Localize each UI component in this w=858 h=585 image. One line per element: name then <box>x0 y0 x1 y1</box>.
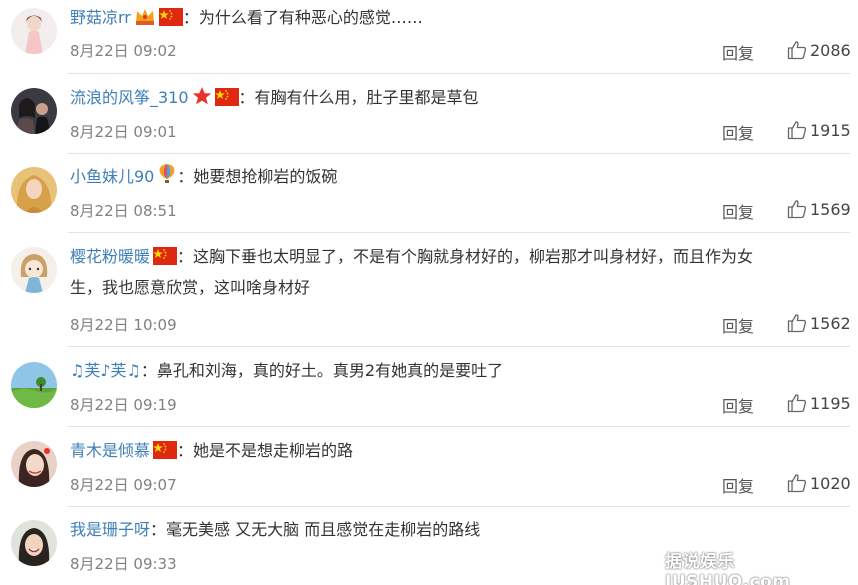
china-flag-icon <box>153 441 178 459</box>
like-count: 1020 <box>810 473 851 493</box>
watermark: 据说娱乐JUSHUO.com <box>665 552 791 585</box>
reply-button[interactable]: 回复 <box>722 40 754 64</box>
comment-content: 我是珊子呀：毫无美感 又无大脑 而且感觉在走柳岩的路线 <box>70 514 848 545</box>
reply-button[interactable]: 回复 <box>722 313 754 337</box>
thumbs-up-icon <box>787 474 807 493</box>
comment-time: 8月22日 09:19 <box>70 396 177 414</box>
divider <box>68 73 850 74</box>
thumbs-up-icon <box>787 394 807 413</box>
crown-icon <box>134 6 156 26</box>
comment-text: ：这胸下垂也太明显了，不是有个胸就身材好的，柳岩那才叫身材好，而且作为女 <box>177 247 754 266</box>
comment-time: 8月22日 10:09 <box>70 316 177 334</box>
avatar-cartoon-girl-icon <box>11 247 57 293</box>
username-link[interactable]: 青木是倾慕 <box>70 441 150 460</box>
comment-text: ：鼻孔和刘海，真的好土。真男2有她真的是要吐了 <box>140 361 504 380</box>
reply-button[interactable]: 回复 <box>722 393 754 417</box>
thumbs-up-icon <box>787 200 807 219</box>
balloon-icon <box>157 163 177 185</box>
comment-content: 青木是倾慕 ：她是不是想走柳岩的路 <box>70 435 848 466</box>
avatar[interactable] <box>11 8 57 54</box>
thumbs-up-icon <box>787 41 807 60</box>
divider <box>68 426 850 427</box>
like-count: 1562 <box>810 313 851 333</box>
comment-time: 8月22日 09:02 <box>70 42 177 60</box>
china-flag-icon <box>158 8 183 26</box>
avatar[interactable] <box>11 88 57 134</box>
china-flag-icon <box>153 247 178 265</box>
divider <box>68 232 850 233</box>
avatar[interactable] <box>11 520 57 566</box>
username-link[interactable]: 流浪的风筝_310 <box>70 88 189 107</box>
avatar-couple-icon <box>11 88 57 134</box>
reply-button[interactable]: 回复 <box>722 199 754 223</box>
comment-text-continued: 生，我也愿意欣赏，这叫啥身材好 <box>70 278 311 297</box>
divider <box>68 506 850 507</box>
comment-text: ：她是不是想走柳岩的路 <box>177 441 354 460</box>
avatar-meadow-icon <box>11 362 57 408</box>
like-count: 1195 <box>810 393 851 413</box>
like-count: 1915 <box>810 120 851 140</box>
thumbs-up-icon <box>787 314 807 333</box>
avatar-smile-icon <box>11 520 57 566</box>
comment-text: ：毫无美感 又无大脑 而且感觉在走柳岩的路线 <box>150 520 481 539</box>
comment-content: 樱花粉暖暖 ：这胸下垂也太明显了，不是有个胸就身材好的，柳岩那才叫身材好，而且作为… <box>70 241 848 303</box>
like-button[interactable]: 1195 <box>787 393 851 413</box>
comment-time: 8月22日 08:51 <box>70 202 177 220</box>
comment-content: 野菇凉rr ：为什么看了有种恶心的感觉…… <box>70 2 848 33</box>
comment-time: 8月22日 09:07 <box>70 476 177 494</box>
china-flag-icon <box>214 88 239 106</box>
like-count: 2086 <box>810 40 851 60</box>
avatar[interactable] <box>11 167 57 213</box>
thumbs-up-icon <box>787 121 807 140</box>
comment-text: ：为什么看了有种恶心的感觉…… <box>182 8 423 27</box>
avatar[interactable] <box>11 441 57 487</box>
divider <box>68 346 850 347</box>
avatar-selfie-icon <box>11 441 57 487</box>
avatar-doll-icon <box>11 8 57 54</box>
like-button[interactable]: 2086 <box>787 40 851 60</box>
star-icon <box>192 86 212 106</box>
like-button[interactable]: 1562 <box>787 313 851 333</box>
comment-time: 8月22日 09:01 <box>70 123 177 141</box>
username-link[interactable]: 我是珊子呀 <box>70 520 150 539</box>
like-button[interactable]: 1020 <box>787 473 851 493</box>
comment-text: ：她要想抢柳岩的饭碗 <box>177 167 338 186</box>
comment-content: ♫芙♪芙♫：鼻孔和刘海，真的好土。真男2有她真的是要吐了 <box>70 355 848 386</box>
avatar[interactable] <box>11 247 57 293</box>
comment-time: 8月22日 09:33 <box>70 555 177 573</box>
divider <box>68 153 850 154</box>
username-link[interactable]: 小鱼妹儿90 <box>70 167 154 186</box>
comment-list: 野菇凉rr ：为什么看了有种恶心的感觉…… 8月22日 09:02 回复 2086… <box>0 0 858 585</box>
comment-content: 流浪的风筝_310 ：有胸有什么用，肚子里都是草包 <box>70 82 848 113</box>
like-button[interactable]: 1569 <box>787 199 851 219</box>
reply-button[interactable]: 回复 <box>722 473 754 497</box>
comment-content: 小鱼妹儿90 ：她要想抢柳岩的饭碗 <box>70 161 848 192</box>
username-link[interactable]: ♫芙♪芙♫ <box>70 361 141 380</box>
like-count: 1569 <box>810 199 851 219</box>
like-button[interactable]: 1915 <box>787 120 851 140</box>
avatar[interactable] <box>11 362 57 408</box>
comment-text: ：有胸有什么用，肚子里都是草包 <box>238 88 479 107</box>
username-link[interactable]: 樱花粉暖暖 <box>70 247 150 266</box>
avatar-woman-icon <box>11 167 57 213</box>
reply-button[interactable]: 回复 <box>722 120 754 144</box>
username-link[interactable]: 野菇凉rr <box>70 8 131 27</box>
